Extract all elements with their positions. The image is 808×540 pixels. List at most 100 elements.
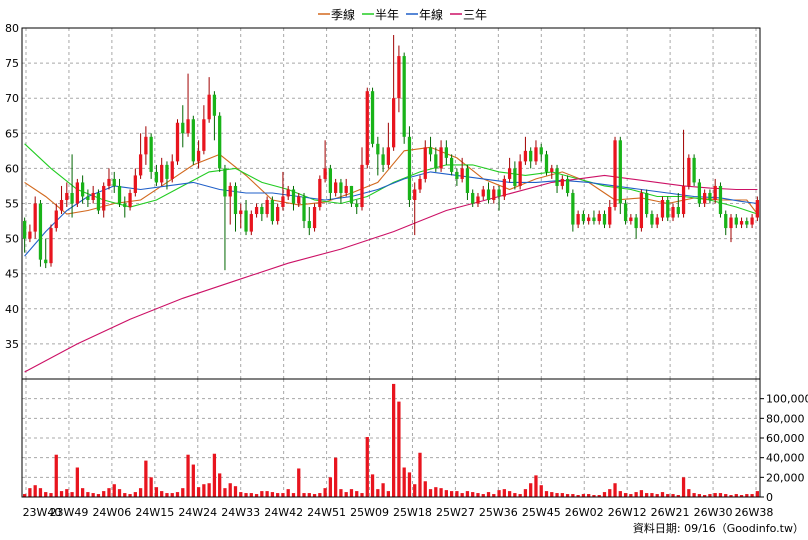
candle-body [703,192,707,204]
price-tick-label: 35 [5,338,19,351]
volume-bar [186,454,190,497]
price-tick-label: 75 [5,57,19,70]
candle-body [249,214,253,232]
candle-body [687,157,691,186]
candle-body [539,147,543,155]
candle-body [65,192,69,200]
candle-body [423,147,427,179]
candle-body [692,157,696,183]
candle-body [571,192,575,225]
volume-bar [102,491,106,497]
candle-body [128,192,132,208]
candle-body [486,189,491,200]
stock-chart: 季線 半年 年線 三年 35 40 45 50 55 60 65 70 75 80 0 20,000… [5,7,808,535]
volume-axis-ticks: 0 20,000 40,000 60,000 80,000 100,000 [760,393,808,504]
volume-bar [149,477,153,497]
volume-bar [434,487,438,497]
volume-bar [175,492,180,497]
volume-bar [228,483,232,497]
candle-body [44,259,48,264]
candle-body [191,119,195,162]
volume-bar [196,487,201,497]
candle-body [307,221,311,229]
volume-bar [370,474,375,497]
volume-bar [471,492,475,497]
x-tick-label: 25W27 [436,506,475,519]
legend-label-half: 半年 [375,8,399,22]
volume-bar [602,492,607,497]
legend-label-year: 年線 [419,7,443,22]
volume-bar [302,493,306,497]
volume-bar [755,491,759,497]
candle-body [38,203,43,260]
candle-body [587,217,591,222]
candle-body [291,189,296,204]
x-axis-ticks: 23W4023W49 24W06 24W15 24W24 24W33 24W42 24W51… [23,506,774,519]
candle-body [59,199,64,211]
candle-body [349,185,354,204]
candle-body [565,178,570,193]
candle-body [629,217,633,222]
volume-bar [623,493,628,497]
candle-body [481,189,485,197]
candle-body [623,203,628,222]
candle-body [455,171,459,179]
volume-bar [544,491,549,497]
price-tick-label: 45 [5,268,19,281]
price-tick-label: 65 [5,127,19,140]
volume-bar [344,492,348,497]
candle-body [386,147,390,165]
candle-body [581,214,586,222]
volume-bar [529,483,533,497]
volume-bar [223,488,227,497]
candle-body [244,210,248,232]
candle-body [91,192,95,200]
volume-bar [365,437,369,497]
volume-bar [133,492,137,497]
volume-bar [328,477,333,497]
volume-bar [687,489,691,497]
volume-tick-label: 80,000 [766,412,805,425]
volume-bar [608,489,612,497]
volume-tick-label: 0 [766,491,773,504]
volume-bar [681,477,686,497]
volume-bar [191,464,195,497]
volume-tick-label: 100,000 [766,393,808,406]
candle-body [254,207,259,215]
candle-body [407,136,412,200]
candle-body [149,136,153,172]
price-tick-label: 40 [5,303,19,316]
candle-body [339,182,343,193]
volume-bar [291,493,296,497]
volume-bar [613,483,617,497]
candle-body [80,182,85,197]
candle-body [123,203,127,208]
volume-bar [713,493,717,497]
candle-body [397,56,401,99]
candle-body [381,154,385,165]
candle-body [755,199,759,218]
candle-body [460,168,464,179]
volume-bar [207,483,211,497]
price-axis-ticks: 35 40 45 50 55 60 65 70 75 80 [5,22,19,351]
candle-body [645,192,649,215]
candle-body [276,207,280,222]
legend-label-season: 季線 [331,7,355,22]
volume-bar [407,472,412,497]
volume-bar [38,488,43,497]
volume-bar [212,453,217,497]
candle-body [413,189,417,200]
volume-bar [276,493,280,497]
volume-bar [170,493,174,497]
volume-bar [376,489,380,497]
volume-bar [181,488,185,497]
volume-bar [386,491,390,497]
candle-body [186,119,190,134]
candle-body [49,228,53,264]
volume-bar [44,492,48,497]
volume-bar [439,488,443,497]
volume-bar [455,491,459,497]
candle-body [207,94,211,120]
candle-body [239,210,243,215]
candle-body [523,150,528,162]
